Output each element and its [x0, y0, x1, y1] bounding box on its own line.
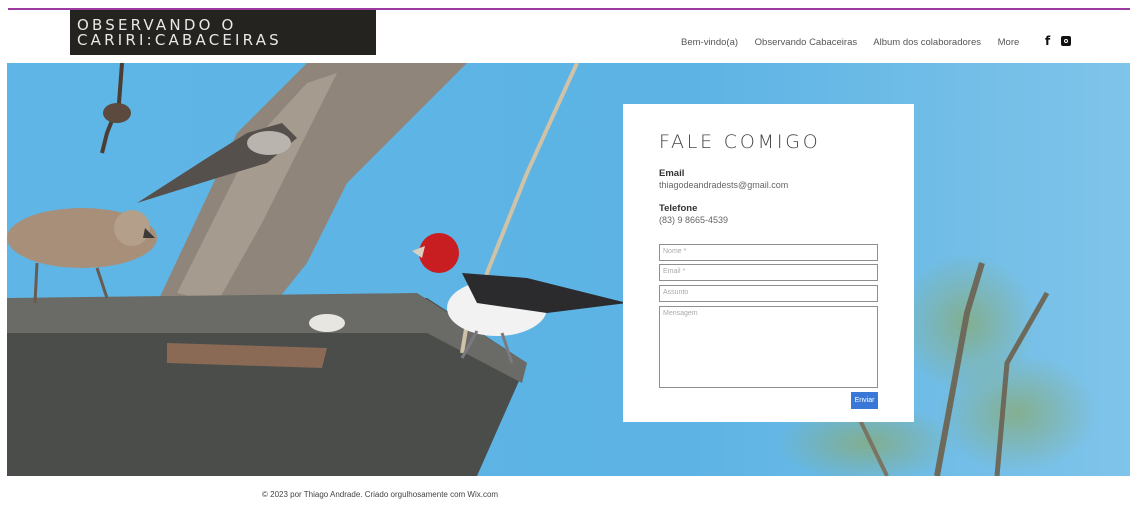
phone-label: Telefone: [659, 203, 698, 214]
submit-button[interactable]: Enviar: [851, 392, 878, 409]
contact-title: FALE COMIGO: [659, 131, 821, 153]
instagram-icon[interactable]: [1061, 36, 1072, 46]
site-logo[interactable]: OBSERVANDO O CARIRI:CABACEIRAS: [70, 10, 376, 55]
phone-value: (83) 9 8665-4539: [659, 215, 729, 225]
message-textarea[interactable]: Mensagem: [659, 306, 878, 388]
email-label: Email: [659, 168, 685, 179]
nav-item-observando-cabaceiras[interactable]: Observando Cabaceiras: [755, 37, 857, 48]
birds-photo: [7, 63, 1130, 476]
nav-item-bem-vindo[interactable]: Bem-vindo(a): [681, 37, 738, 48]
nav-item-more[interactable]: More: [998, 37, 1020, 48]
hero-background-image: [7, 63, 1130, 476]
name-input[interactable]: Nome *: [659, 244, 878, 261]
subject-input[interactable]: Assunto: [659, 285, 878, 302]
footer-text: © 2023 por Thiago Andrade. Criado orgulh…: [262, 490, 499, 499]
facebook-icon[interactable]: f: [1045, 34, 1050, 48]
nav-item-album[interactable]: Album dos colaboradores: [873, 37, 981, 48]
email-input[interactable]: Email *: [659, 264, 878, 281]
social-bar: f: [1045, 34, 1072, 48]
main-nav: Bem-vindo(a) Observando Cabaceiras Album…: [681, 37, 1033, 48]
email-value: thiagodeandradests@gmail.com: [659, 180, 789, 190]
contact-card: FALE COMIGO Email thiagodeandradests@gma…: [623, 104, 914, 422]
logo-line-2: CARIRI:CABACEIRAS: [77, 31, 282, 49]
